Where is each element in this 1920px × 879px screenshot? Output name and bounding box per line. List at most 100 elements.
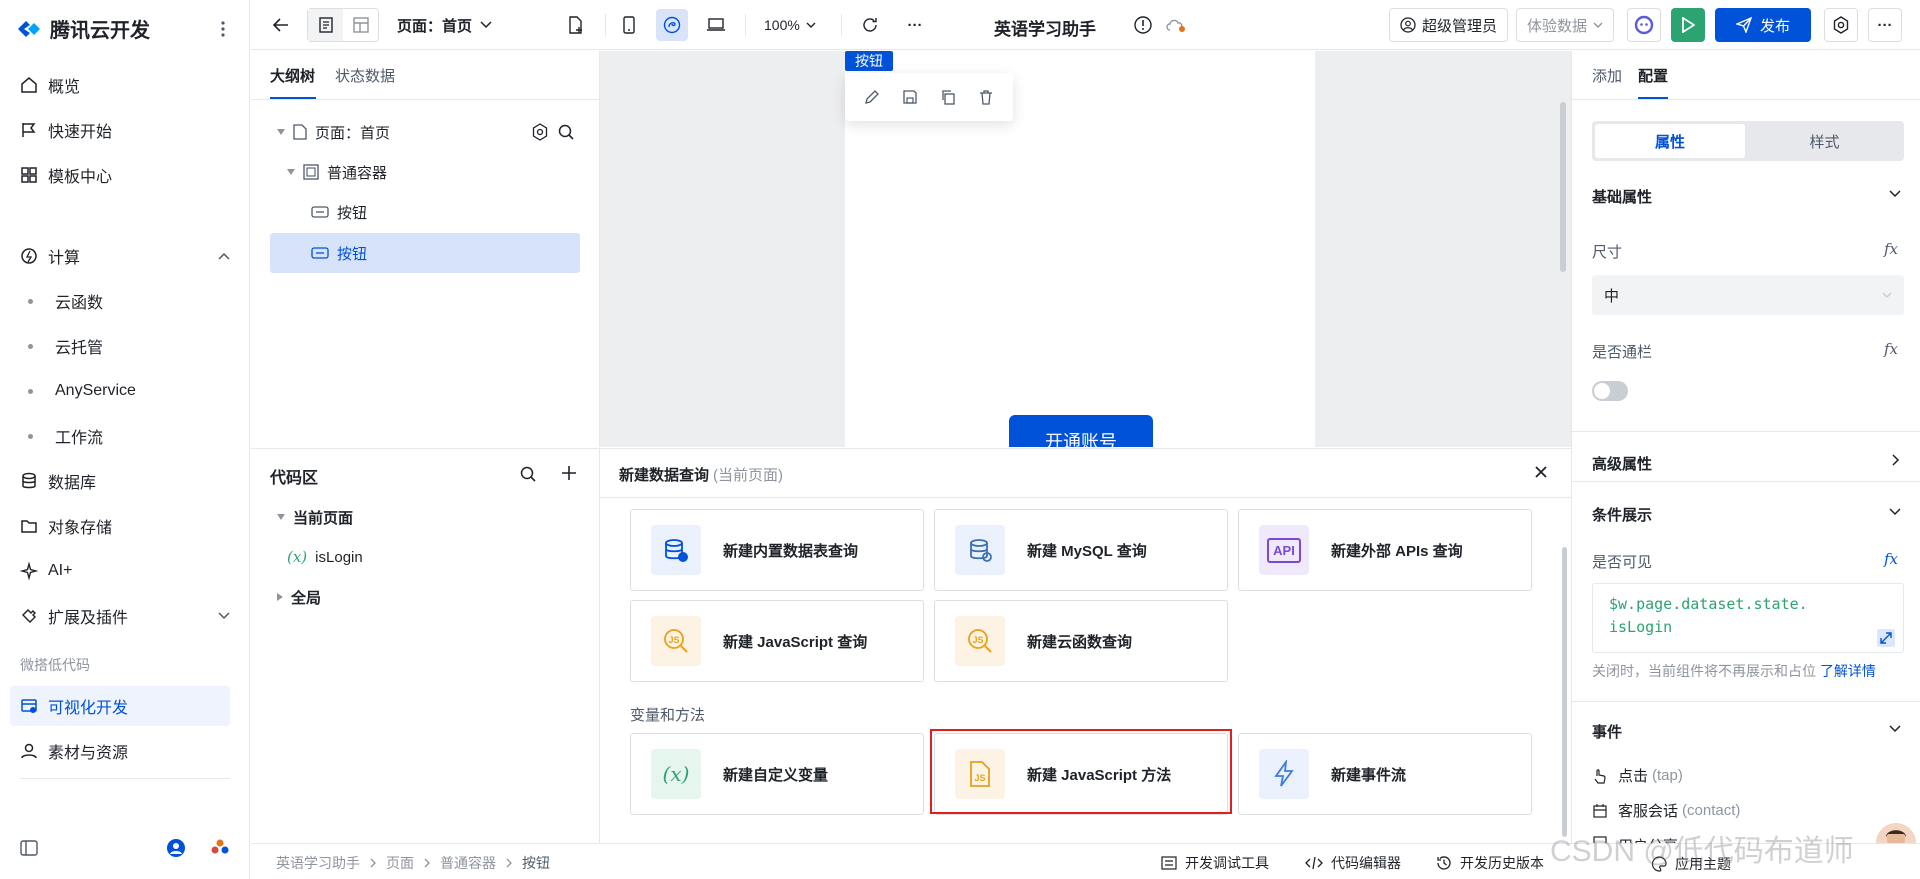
chevron-right-icon[interactable] [1892, 454, 1900, 466]
nav-workflow[interactable]: 工作流 [20, 416, 230, 456]
more-options-button[interactable]: ··· [1868, 8, 1902, 42]
tree-node-container[interactable]: 普通容器 [287, 153, 387, 191]
breadcrumb-item[interactable]: 按钮 [522, 853, 550, 873]
card-builtin-table-query[interactable]: 新建内置数据表查询 [630, 509, 924, 591]
segment-props[interactable]: 属性 [1595, 124, 1745, 158]
event-contact[interactable]: 客服会话 (contact) [1592, 800, 1740, 821]
data-mode-select[interactable]: 体验数据 [1516, 8, 1615, 42]
tree-node-button[interactable]: 按钮 [311, 193, 367, 231]
tab-outline[interactable]: 大纲树 [270, 65, 315, 86]
copy-icon[interactable] [940, 89, 956, 105]
chevron-down-icon[interactable] [1889, 190, 1901, 198]
user-avatar-icon[interactable] [166, 838, 186, 858]
expand-editor-icon[interactable] [1877, 629, 1895, 647]
nav-compute[interactable]: 计算 [20, 236, 230, 276]
nav-ai[interactable]: AI+ [20, 551, 230, 591]
nav-overview[interactable]: 概览 [20, 65, 230, 105]
conditional-title[interactable]: 条件展示 [1592, 504, 1652, 525]
card-javascript-query[interactable]: JS 新建 JavaScript 查询 [630, 600, 924, 682]
events-title[interactable]: 事件 [1592, 721, 1622, 742]
delete-icon[interactable] [978, 89, 994, 105]
chevron-down-icon[interactable] [1889, 725, 1901, 733]
card-event-flow[interactable]: 新建事件流 [1238, 733, 1532, 815]
layout-view-button[interactable] [343, 9, 378, 41]
refresh-button[interactable] [854, 9, 886, 41]
info-icon[interactable] [1133, 15, 1153, 35]
size-select[interactable]: 中 [1592, 275, 1904, 315]
admin-button[interactable]: 超级管理员 [1389, 8, 1509, 42]
ai-assistant-button[interactable] [1627, 8, 1661, 42]
app-theme-button[interactable]: 应用主题 [1651, 854, 1731, 874]
edit-icon[interactable] [864, 89, 880, 105]
collapse-sidebar-icon[interactable] [20, 840, 38, 856]
card-cloud-function-query[interactable]: JS 新建云函数查询 [934, 600, 1228, 682]
desktop-view-button[interactable] [700, 9, 732, 41]
nav-visual-dev[interactable]: 可视化开发 [10, 686, 230, 726]
divider [600, 497, 1571, 498]
nav-templates[interactable]: 模板中心 [20, 155, 230, 195]
fx-icon[interactable]: fx [1884, 550, 1898, 568]
run-button[interactable] [1671, 8, 1705, 42]
page-selector[interactable]: 页面：首页 [397, 9, 492, 41]
publish-button[interactable]: 发布 [1715, 8, 1811, 42]
close-icon[interactable] [1534, 465, 1548, 479]
history-button[interactable]: 开发历史版本 [1436, 853, 1544, 873]
miniprogram-view-button[interactable] [656, 9, 688, 41]
fx-icon[interactable]: fx [1884, 340, 1898, 358]
code-tree-current-page[interactable]: 当前页面 [277, 498, 353, 536]
cloud-sync-icon[interactable] [1165, 17, 1187, 33]
card-external-api-query[interactable]: API 新建外部 APIs 查询 [1238, 509, 1532, 591]
settings-button[interactable] [1824, 8, 1858, 42]
open-account-button[interactable]: 开通账号 [1009, 415, 1153, 447]
debug-tools-button[interactable]: 开发调试工具 [1161, 853, 1269, 873]
tab-config[interactable]: 配置 [1638, 65, 1668, 86]
more-vertical-icon[interactable] [220, 20, 226, 38]
segment-style[interactable]: 样式 [1748, 124, 1901, 158]
save-icon[interactable] [902, 89, 918, 105]
add-icon[interactable] [561, 465, 577, 481]
flower-logo-icon[interactable] [210, 838, 230, 858]
nav-quickstart[interactable]: 快速开始 [20, 110, 230, 150]
query-panel-scrollbar[interactable] [1562, 547, 1567, 837]
learn-more-link[interactable]: 了解详情 [1820, 663, 1876, 679]
card-mysql-query[interactable]: 新建 MySQL 查询 [934, 509, 1228, 591]
nav-cloud-functions[interactable]: 云函数 [20, 281, 230, 321]
chevron-down-icon[interactable] [1889, 508, 1901, 516]
code-editor-button[interactable]: 代码编辑器 [1305, 853, 1401, 873]
hexagon-settings-icon[interactable] [531, 123, 549, 141]
nav-cloud-hosting[interactable]: 云托管 [20, 326, 230, 366]
nav-anyservice[interactable]: AnyService [20, 371, 230, 411]
event-share-partial[interactable]: 用户分享 [1592, 835, 1678, 843]
breadcrumb-item[interactable]: 普通容器 [440, 853, 496, 873]
card-custom-variable[interactable]: (x) 新建自定义变量 [630, 733, 924, 815]
more-button[interactable]: ··· [899, 9, 931, 41]
nav-database[interactable]: 数据库 [20, 461, 230, 501]
fullwidth-toggle[interactable] [1592, 381, 1628, 401]
breadcrumb-item[interactable]: 英语学习助手 [276, 853, 360, 873]
search-icon[interactable] [519, 465, 537, 483]
tab-state-data[interactable]: 状态数据 [335, 65, 395, 86]
basic-props-title[interactable]: 基础属性 [1592, 186, 1652, 207]
tree-node-page[interactable]: 页面：首页 [277, 113, 577, 151]
mobile-view-button[interactable] [613, 9, 645, 41]
brand[interactable]: 腾讯云开发 [16, 14, 150, 43]
tab-add[interactable]: 添加 [1592, 65, 1622, 86]
code-tree-global[interactable]: 全局 [277, 578, 321, 616]
canvas-scrollbar[interactable] [1560, 102, 1566, 272]
fx-icon[interactable]: fx [1884, 240, 1898, 258]
nav-assets[interactable]: 素材与资源 [20, 731, 230, 771]
visible-expression-editor[interactable]: $w.page.dataset.state. isLogin [1592, 583, 1904, 653]
add-page-button[interactable] [560, 9, 592, 41]
nav-extensions[interactable]: 扩展及插件 [20, 596, 230, 636]
event-tap[interactable]: 点击 (tap) [1592, 765, 1683, 786]
page-view-button[interactable] [308, 9, 343, 41]
back-button[interactable] [265, 9, 297, 41]
nav-object-storage[interactable]: 对象存储 [20, 506, 230, 546]
search-icon[interactable] [557, 123, 575, 141]
zoom-selector[interactable]: 100% [764, 9, 816, 41]
phone-preview[interactable]: 按钮 开通账号 [845, 51, 1315, 447]
advanced-props-title[interactable]: 高级属性 [1592, 453, 1652, 474]
code-tree-var-islogin[interactable]: (x) isLogin [287, 538, 363, 576]
tree-node-button-selected[interactable]: 按钮 [311, 234, 367, 272]
breadcrumb-item[interactable]: 页面 [386, 853, 414, 873]
